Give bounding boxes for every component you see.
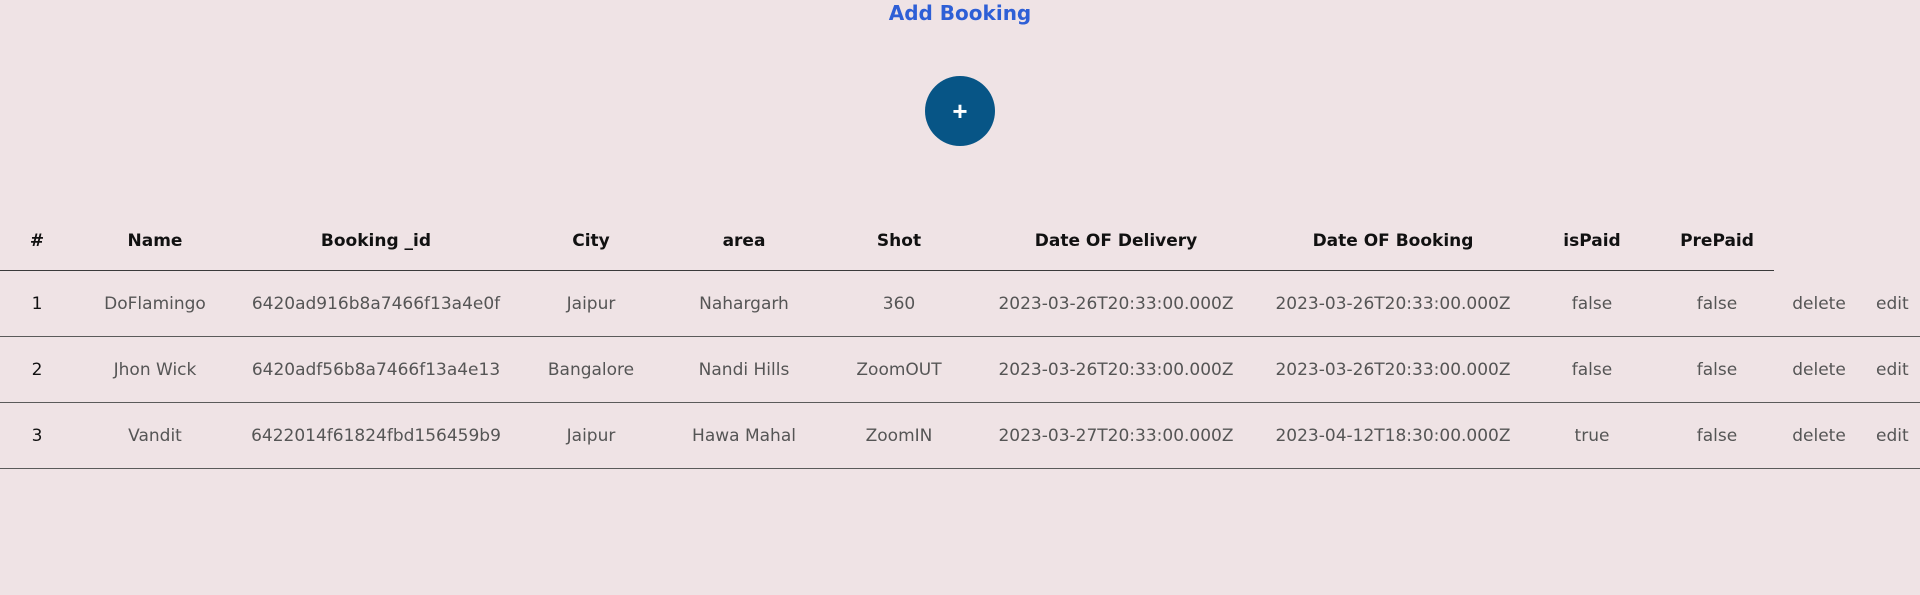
cell-prepaid: false bbox=[1696, 425, 1738, 446]
column-header-delete bbox=[1780, 212, 1858, 271]
cell-index: 3 bbox=[31, 425, 43, 446]
cell-area: Nahargarh bbox=[699, 293, 789, 314]
bookings-table-container: # Name Booking _id City area Shot Date O… bbox=[0, 212, 1920, 472]
cell-date-booking: 2023-03-26T20:33:00.000Z bbox=[1275, 359, 1511, 380]
delete-cell: delete bbox=[1780, 271, 1858, 337]
column-header-area: area bbox=[722, 231, 766, 251]
cell-prepaid: false bbox=[1696, 293, 1738, 314]
column-header-city: City bbox=[572, 231, 610, 251]
cell-prepaid: false bbox=[1696, 359, 1738, 380]
header-border-mask bbox=[1774, 270, 1920, 272]
column-header-name: Name bbox=[127, 231, 183, 251]
column-header-date-delivery: Date OF Delivery bbox=[1034, 231, 1198, 251]
edit-cell: edit bbox=[1858, 403, 1920, 469]
cell-shot: ZoomIN bbox=[865, 425, 933, 446]
cell-booking-id: 6420ad916b8a7466f13a4e0f bbox=[251, 293, 501, 314]
delete-cell: delete bbox=[1780, 403, 1858, 469]
cell-shot: ZoomOUT bbox=[856, 359, 942, 380]
column-header-index: # bbox=[29, 231, 45, 251]
cell-index: 2 bbox=[31, 359, 43, 380]
bookings-table: # Name Booking _id City area Shot Date O… bbox=[0, 212, 1920, 469]
table-row: 3 Vandit 6422014f61824fbd156459b9 Jaipur… bbox=[0, 403, 1920, 469]
column-header-booking-id: Booking _id bbox=[320, 231, 432, 251]
edit-button[interactable]: edit bbox=[1876, 426, 1909, 446]
cell-date-booking: 2023-03-26T20:33:00.000Z bbox=[1275, 293, 1511, 314]
cell-city: Bangalore bbox=[547, 359, 635, 380]
cell-is-paid: false bbox=[1571, 359, 1613, 380]
cell-is-paid: true bbox=[1574, 425, 1610, 446]
table-row: 2 Jhon Wick 6420adf56b8a7466f13a4e13 Ban… bbox=[0, 337, 1920, 403]
cell-date-delivery: 2023-03-26T20:33:00.000Z bbox=[998, 359, 1234, 380]
edit-button[interactable]: edit bbox=[1876, 294, 1909, 314]
cell-is-paid: false bbox=[1571, 293, 1613, 314]
page-title: Add Booking bbox=[888, 1, 1032, 25]
cell-date-booking: 2023-04-12T18:30:00.000Z bbox=[1275, 425, 1511, 446]
cell-city: Jaipur bbox=[566, 425, 616, 446]
cell-booking-id: 6422014f61824fbd156459b9 bbox=[251, 425, 501, 446]
cell-shot: 360 bbox=[882, 293, 916, 314]
edit-cell: edit bbox=[1858, 337, 1920, 403]
delete-button[interactable]: delete bbox=[1792, 360, 1846, 380]
delete-button[interactable]: delete bbox=[1792, 426, 1846, 446]
column-header-is-paid: isPaid bbox=[1563, 231, 1621, 251]
table-row: 1 DoFlamingo 6420ad916b8a7466f13a4e0f Ja… bbox=[0, 271, 1920, 337]
cell-city: Jaipur bbox=[566, 293, 616, 314]
cell-area: Hawa Mahal bbox=[692, 425, 796, 446]
add-booking-button[interactable]: + bbox=[925, 76, 995, 146]
column-header-shot: Shot bbox=[876, 231, 922, 251]
cell-name: DoFlamingo bbox=[104, 293, 206, 314]
cell-date-delivery: 2023-03-26T20:33:00.000Z bbox=[998, 293, 1234, 314]
table-header-row: # Name Booking _id City area Shot Date O… bbox=[0, 212, 1920, 271]
delete-button[interactable]: delete bbox=[1792, 294, 1846, 314]
cell-name: Jhon Wick bbox=[113, 359, 197, 380]
cell-name: Vandit bbox=[128, 425, 182, 446]
column-header-edit bbox=[1858, 212, 1920, 271]
edit-cell: edit bbox=[1858, 271, 1920, 337]
column-header-prepaid: PrePaid bbox=[1680, 231, 1754, 251]
cell-area: Nandi Hills bbox=[698, 359, 790, 380]
cell-booking-id: 6420adf56b8a7466f13a4e13 bbox=[251, 359, 501, 380]
cell-index: 1 bbox=[31, 293, 43, 314]
cell-date-delivery: 2023-03-27T20:33:00.000Z bbox=[998, 425, 1234, 446]
edit-button[interactable]: edit bbox=[1876, 360, 1909, 380]
plus-icon: + bbox=[952, 96, 968, 126]
column-header-date-booking: Date OF Booking bbox=[1312, 231, 1474, 251]
delete-cell: delete bbox=[1780, 337, 1858, 403]
